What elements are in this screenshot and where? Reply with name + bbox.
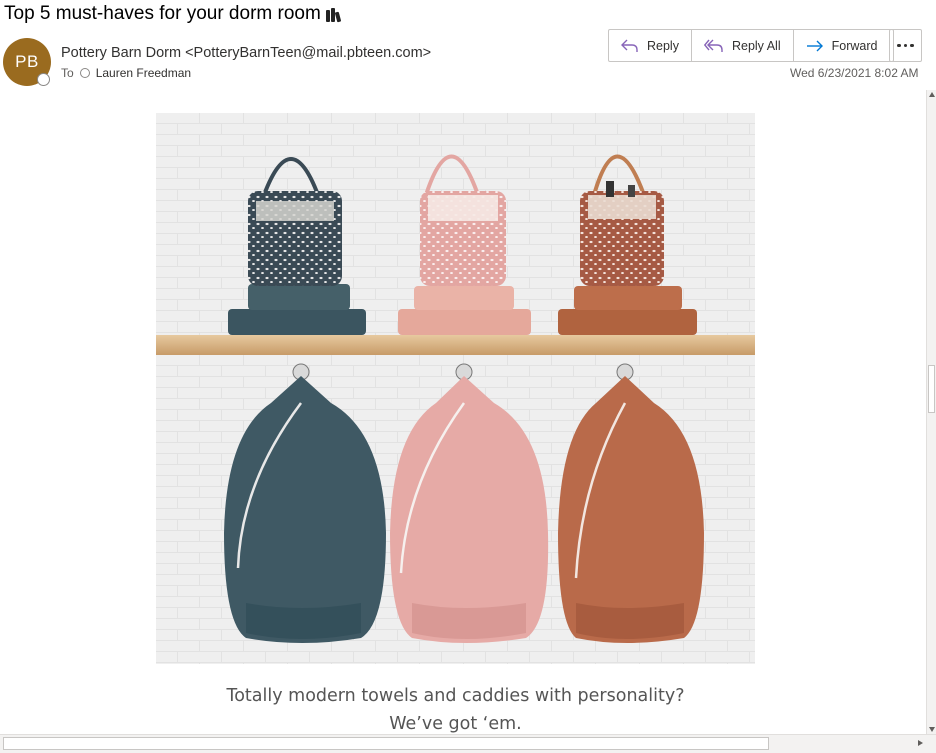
body-caption: Totally modern towels and caddies with p… xyxy=(0,682,911,734)
message-actions: Reply Reply All Forward xyxy=(608,29,895,62)
reply-button[interactable]: Reply xyxy=(609,30,692,61)
horizontal-scroll-thumb[interactable] xyxy=(3,737,769,750)
scroll-right-icon[interactable] xyxy=(918,740,923,746)
recipient-presence-icon xyxy=(79,68,90,78)
recipient-name[interactable]: Lauren Freedman xyxy=(96,66,191,80)
caption-line-1: Totally modern towels and caddies with p… xyxy=(226,686,685,706)
reply-all-icon xyxy=(703,39,723,52)
reply-all-label: Reply All xyxy=(731,38,781,53)
avatar-initials: PB xyxy=(15,52,39,71)
forward-label: Forward xyxy=(831,38,878,53)
sender-address[interactable]: Pottery Barn Dorm <PotteryBarnTeen@mail.… xyxy=(61,45,431,61)
vertical-scrollbar[interactable] xyxy=(926,90,936,734)
forward-button[interactable]: Forward xyxy=(794,30,894,61)
ellipsis-dot xyxy=(910,43,914,48)
email-subject: Top 5 must-haves for your dorm room xyxy=(4,3,342,25)
recipients-row: To Lauren Freedman xyxy=(61,66,191,80)
hero-image[interactable] xyxy=(156,113,755,664)
forward-icon xyxy=(806,40,823,51)
more-actions-button[interactable] xyxy=(889,29,922,62)
vertical-scroll-thumb[interactable] xyxy=(928,365,935,413)
ellipsis-dot xyxy=(903,43,908,48)
reply-icon xyxy=(621,39,638,52)
presence-status-icon xyxy=(37,73,50,86)
caption-line-2: We’ve got ‘em. xyxy=(389,714,522,734)
scroll-down-icon[interactable] xyxy=(929,727,935,732)
reply-all-button[interactable]: Reply All xyxy=(692,30,794,61)
horizontal-scrollbar[interactable] xyxy=(0,734,936,753)
books-icon xyxy=(325,6,342,23)
to-label: To xyxy=(61,66,74,80)
sent-date: Wed 6/23/2021 8:02 AM xyxy=(790,66,919,80)
subject-text: Top 5 must-haves for your dorm room xyxy=(4,3,321,24)
message-body: Totally modern towels and caddies with p… xyxy=(0,90,926,734)
ellipsis-icon xyxy=(897,43,901,48)
reply-label: Reply xyxy=(647,38,679,53)
scroll-up-icon[interactable] xyxy=(929,92,935,97)
